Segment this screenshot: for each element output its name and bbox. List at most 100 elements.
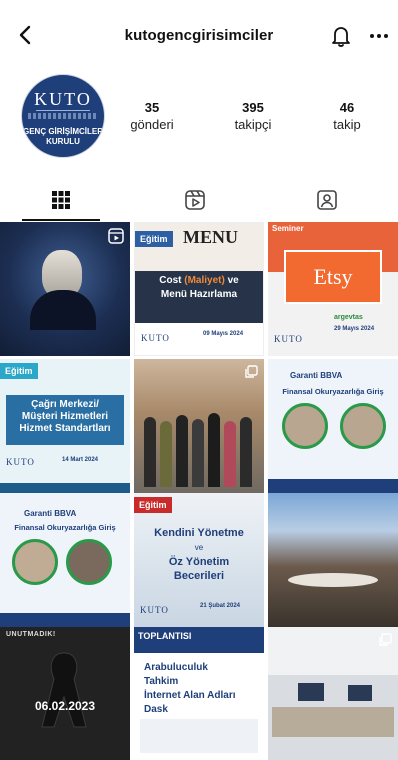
photo-person bbox=[208, 413, 220, 487]
post-title-panel: Çağrı Merkezi/ Müşteri Hizmetleri Hizmet… bbox=[6, 395, 124, 445]
reels-badge-icon bbox=[108, 228, 124, 244]
cost-suffix-text: ve bbox=[224, 275, 239, 286]
post-title-line2: Menü Hazırlama bbox=[160, 289, 238, 300]
topic-item: Dask bbox=[144, 704, 168, 715]
post-tile[interactable]: Eğitim MENU Cost (Maliyet) ve Menü Hazır… bbox=[134, 222, 264, 356]
post-tile[interactable] bbox=[268, 493, 398, 627]
post-date: 21 Şubat 2024 bbox=[200, 603, 241, 609]
post-tile[interactable] bbox=[0, 222, 130, 356]
photo-person bbox=[240, 417, 252, 487]
post-title: Finansal Okuryazarlığa Giriş bbox=[14, 523, 116, 532]
avatar-logo-subtext bbox=[28, 113, 98, 119]
more-options-button[interactable] bbox=[366, 23, 392, 49]
post-tile[interactable]: UNUTMADIK! 06.02.2023 bbox=[0, 627, 130, 760]
post-footer-bar bbox=[0, 613, 130, 627]
avatar-club-line2: KURULU bbox=[46, 137, 80, 146]
speaker-photo bbox=[282, 403, 328, 449]
post-tile[interactable] bbox=[134, 359, 264, 493]
post-tile[interactable]: Eğitim Çağrı Merkezi/ Müşteri Hizmetleri… bbox=[0, 359, 130, 493]
stat-value: 35 bbox=[144, 100, 160, 115]
portrait-suit bbox=[30, 290, 96, 330]
post-title-line2: Müşteri Hizmetleri bbox=[21, 411, 109, 422]
post-category-label: Eğitim bbox=[0, 363, 38, 379]
photo-person bbox=[176, 415, 188, 487]
sponsor-logo: argevtas bbox=[334, 314, 363, 321]
post-title-conjunction: ve bbox=[194, 543, 204, 552]
more-horizontal-icon bbox=[370, 34, 388, 38]
post-tile[interactable]: Garanti BBVA Finansal Okuryazarlığa Giri… bbox=[0, 493, 130, 627]
bank-logo: Garanti BBVA bbox=[290, 371, 343, 380]
post-title-line3: Hizmet Standartları bbox=[19, 423, 111, 434]
stat-label: gönderi bbox=[130, 117, 174, 132]
photo-table bbox=[288, 573, 378, 587]
topic-item: Tahkim bbox=[144, 676, 179, 687]
reels-icon bbox=[185, 190, 205, 210]
stat-label: takipçi bbox=[234, 117, 272, 132]
post-tile[interactable]: TOPLANTISI Arabuluculuk Tahkim İnternet … bbox=[134, 627, 264, 760]
stat-value: 46 bbox=[339, 100, 355, 115]
memorial-heading: UNUTMADIK! bbox=[6, 631, 56, 638]
post-title-line1: Kendini Yönetme bbox=[154, 527, 244, 539]
post-footer-bar bbox=[268, 479, 398, 493]
bank-logo: Garanti BBVA bbox=[24, 509, 77, 518]
following-count[interactable]: 46 takip bbox=[307, 100, 387, 132]
carousel-badge-icon bbox=[245, 365, 258, 378]
post-tile[interactable]: Seminer Etsy argevtas KUTO 29 Mayıs 2024 bbox=[268, 222, 398, 356]
post-title-line1: Çağrı Merkezi/ bbox=[31, 399, 99, 410]
post-date: 14 Mart 2024 bbox=[62, 457, 99, 463]
memorial-date: 06.02.2023 bbox=[34, 699, 96, 713]
bell-icon bbox=[332, 27, 350, 47]
tab-tagged[interactable] bbox=[312, 186, 342, 214]
post-category-label: Seminer bbox=[272, 224, 304, 233]
post-tile[interactable] bbox=[268, 627, 398, 760]
followers-count[interactable]: 395 takipçi bbox=[213, 100, 293, 132]
post-title-line2: Öz Yönetim Becerileri bbox=[138, 555, 260, 583]
cost-text: Cost bbox=[159, 275, 185, 286]
photo-person bbox=[192, 419, 204, 487]
photo-desk bbox=[272, 707, 394, 737]
photo-person bbox=[144, 417, 156, 487]
posts-count[interactable]: 35 gönderi bbox=[112, 100, 192, 132]
profile-header: kutogencgirisimciler bbox=[0, 0, 398, 70]
post-tile[interactable]: Eğitim Kendini Yönetme ve Öz Yönetim Bec… bbox=[134, 493, 264, 627]
post-category-label: TOPLANTISI bbox=[138, 631, 192, 641]
grid-icon bbox=[52, 191, 70, 209]
speaker-photo bbox=[66, 539, 112, 585]
post-category-label: Eğitim bbox=[135, 231, 173, 247]
photo-person bbox=[224, 421, 236, 487]
active-tab-indicator bbox=[22, 219, 100, 221]
topic-item: Arabuluculuk bbox=[144, 662, 208, 673]
tab-reels[interactable] bbox=[180, 186, 210, 214]
carousel-badge-icon bbox=[379, 633, 392, 646]
profile-avatar[interactable]: KUTO GENÇ GİRİŞİMCİLER KURULU bbox=[21, 74, 105, 158]
avatar-club-line1: GENÇ GİRİŞİMCİLER bbox=[22, 127, 103, 136]
kuto-logo: KUTO bbox=[6, 457, 35, 467]
post-category-label: Eğitim bbox=[134, 497, 172, 513]
topic-item: İnternet Alan Adları bbox=[144, 690, 236, 701]
photo-person bbox=[160, 421, 172, 487]
post-footer-panel bbox=[140, 719, 258, 753]
notifications-button[interactable] bbox=[328, 23, 354, 49]
post-topic-list: Arabuluculuk Tahkim İnternet Alan Adları… bbox=[144, 661, 236, 717]
post-title-line2-text: Öz Yönetim bbox=[168, 556, 230, 568]
post-tile[interactable]: Garanti BBVA Finansal Okuryazarlığa Giri… bbox=[268, 359, 398, 493]
speaker-photo bbox=[340, 403, 386, 449]
speaker-photo bbox=[12, 539, 58, 585]
photo-monitor bbox=[348, 685, 372, 701]
post-title-line1: Cost (Maliyet) ve bbox=[143, 275, 255, 286]
kuto-logo: KUTO bbox=[274, 334, 303, 344]
tagged-person-icon bbox=[317, 190, 337, 210]
avatar-logo-divider bbox=[36, 110, 90, 111]
post-title-line3-text: Becerileri bbox=[173, 570, 225, 582]
stat-value: 395 bbox=[242, 100, 264, 115]
post-menu-heading: MENU bbox=[183, 227, 238, 247]
post-date: 29 Mayıs 2024 bbox=[334, 326, 375, 332]
avatar-logo-text: KUTO bbox=[34, 89, 92, 109]
cost-accent-text: (Maliyet) bbox=[184, 275, 225, 286]
tab-grid[interactable] bbox=[46, 186, 76, 214]
photo-monitor bbox=[298, 683, 324, 701]
post-title: Finansal Okuryazarlığa Giriş bbox=[282, 387, 384, 396]
kuto-logo: KUTO bbox=[141, 333, 170, 343]
kuto-logo: KUTO bbox=[140, 605, 169, 615]
etsy-logo: Etsy bbox=[284, 250, 382, 304]
